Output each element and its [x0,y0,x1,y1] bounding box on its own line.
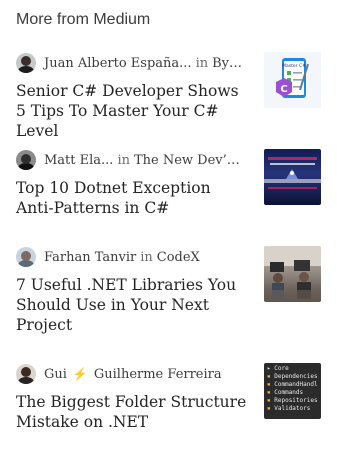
in-label: in [117,152,130,168]
author-avatar[interactable] [16,53,36,73]
tree-item: ▪ Repositories [267,397,318,404]
section-title: More from Medium [16,11,151,28]
article-title[interactable]: Top 10 Dotnet Exception Anti-Patterns in… [16,178,251,218]
author-full-name[interactable]: Guilherme Ferreira [94,367,222,382]
article-card[interactable]: Matt Ela... in The New Dev’s Gu... Top 1… [16,149,321,246]
author-name[interactable]: Juan Alberto España... [44,56,192,71]
author-avatar[interactable] [16,364,36,384]
article-title[interactable]: 7 Useful .NET Libraries You Should Use i… [16,275,251,335]
svg-text:C: C [280,84,287,95]
dotnet-exceptions-illustration-icon [264,157,321,189]
office-photo-icon [264,246,321,302]
more-from-medium-section: More from Medium Juan Alberto España... … [0,0,337,460]
article-meta: Farhan Tanvir in CodeX [16,246,242,268]
article-card[interactable]: Gui ⚡ Guilherme Ferreira The Biggest Fol… [16,363,321,460]
tree-item: ▸ Core [267,365,289,372]
publication-name[interactable]: The New Dev’s Gu... [134,153,242,168]
author-name[interactable]: Matt Ela... [44,153,113,168]
tree-item: ▪ Dependencies [267,373,318,380]
article-thumbnail[interactable]: ▸ Core ▪ Dependencies ▪ CommandHandl ▪ C… [264,363,321,419]
folder-tree: ▸ Core ▪ Dependencies ▪ CommandHandl ▪ C… [264,363,321,415]
article-card[interactable]: Farhan Tanvir in CodeX 7 Useful .NET Lib… [16,246,321,363]
author-name[interactable]: Farhan Tanvir [44,250,136,265]
article-card[interactable]: Juan Alberto España... in Byte... Senior… [16,52,321,149]
author-name[interactable]: Gui [44,367,67,382]
csharp-book-illustration-icon: Master C# C [276,58,309,98]
author-avatar[interactable] [16,150,36,170]
article-meta: Matt Ela... in The New Dev’s Gu... [16,149,242,171]
article-thumbnail[interactable] [264,246,321,302]
thumb-label: Master C# [282,63,306,69]
article-thumbnail[interactable]: Master C# C [264,52,321,108]
article-title[interactable]: The Biggest Folder Structure Mistake on … [16,392,251,432]
in-label: in [140,249,153,265]
article-title[interactable]: Senior C# Developer Shows 5 Tips To Mast… [16,81,251,141]
lightning-icon: ⚡ [72,367,88,381]
author-avatar[interactable] [16,247,36,267]
publication-name[interactable]: Byte... [212,56,242,71]
article-thumbnail[interactable] [264,149,321,205]
tree-item: ▪ CommandHandl [267,381,318,388]
tree-item: ▪ Commands [267,389,304,396]
publication-name[interactable]: CodeX [157,250,200,265]
tree-item: ▪ Validators [267,405,311,412]
in-label: in [195,55,209,71]
article-meta: Juan Alberto España... in Byte... [16,52,242,74]
article-meta: Gui ⚡ Guilherme Ferreira [16,363,242,385]
